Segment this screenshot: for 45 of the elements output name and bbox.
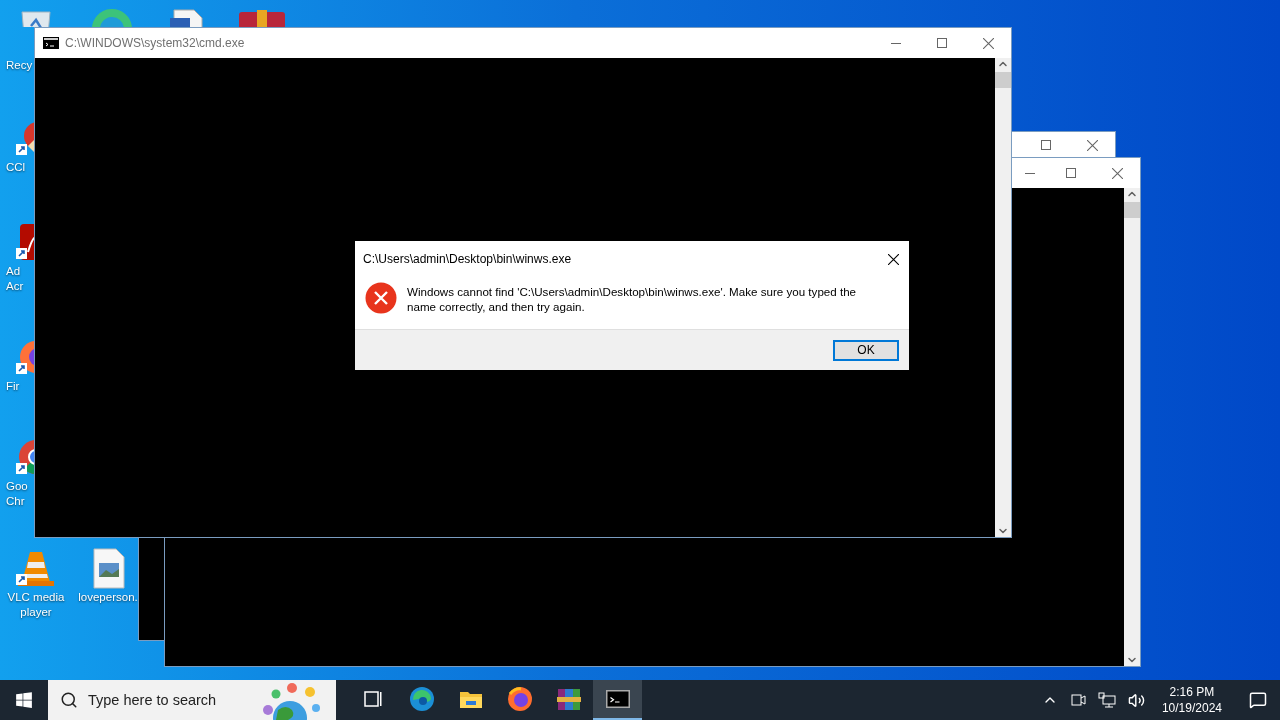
maximize-icon [937,38,947,48]
window-title: C:\WINDOWS\system32\cmd.exe [65,36,246,50]
icon-label: Acr [6,279,24,294]
close-icon [1086,139,1098,151]
taskbar-app-button[interactable] [593,680,642,720]
clock-time: 2:16 PM [1169,684,1215,700]
close-button[interactable] [886,251,901,267]
swirl-icon [408,686,435,712]
windows-logo-icon [15,691,33,709]
console-icon [43,37,59,49]
search-field[interactable]: Type here to search [88,692,258,708]
scroll-thumb[interactable] [995,72,1011,88]
minimize-icon [891,42,901,44]
task-view-icon [363,691,382,707]
clock-date: 10/19/2024 [1161,700,1222,716]
maximize-icon [1066,168,1076,178]
icon-label: Recy [6,58,33,73]
speech-bubble-icon [1249,691,1267,709]
error-message: Windows cannot find 'C:\Users\admin\Desktop\bin\winws.exe'. Make sure you typed the name correctly, and then try again. [407,284,858,314]
icon-label: Fir [6,379,20,394]
minimize-icon [1025,172,1035,174]
close-icon [982,37,994,49]
scroll-thumb[interactable] [1124,202,1140,218]
search-icon [60,691,78,709]
close-icon [1111,167,1123,179]
icon-label: Chr [6,494,25,509]
dialog-title: C:\Users\admin\Desktop\bin\winws.exe [363,252,572,266]
icon-label: VLC media [7,590,65,605]
ok-button[interactable]: OK [833,339,899,361]
icon-label: CCl [6,160,26,175]
scrollbar[interactable] [1124,188,1140,666]
console-icon [605,690,630,708]
archive-books-icon [555,686,582,712]
fox-globe-icon [506,686,533,712]
icon-label: loveperson. [78,590,138,605]
scrollbar[interactable] [995,58,1011,537]
icon-label: player [20,605,52,620]
folder-icon [458,689,483,709]
maximize-icon [1041,140,1051,150]
close-icon [888,253,899,265]
icon-label: Goo [6,479,28,494]
icon-label: Ad [6,264,21,279]
clock[interactable]: 2:16 PM 10/19/2024 [1153,684,1230,716]
error-icon [365,282,397,314]
archive-books-icon[interactable] [237,8,287,27]
